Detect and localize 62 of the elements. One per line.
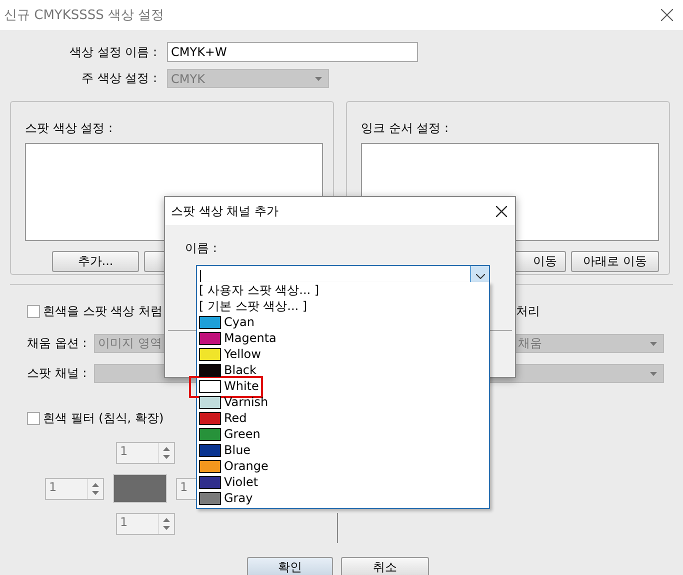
color-name: Red [224, 410, 247, 426]
down-arrow-icon [163, 455, 170, 459]
name-label: 이름 : [185, 240, 217, 257]
list-item[interactable]: Orange [197, 458, 489, 474]
field-label: 스팟 채널 : [27, 365, 88, 382]
ok-button[interactable]: 확인 [247, 557, 333, 575]
up-arrow-icon [92, 482, 99, 486]
text-cursor [200, 270, 201, 283]
preview-block [113, 474, 167, 503]
checkbox-label: 흰색 필터 (침식, 확장) [43, 410, 164, 427]
list-item[interactable]: White [197, 378, 489, 394]
list-item[interactable]: Black [197, 362, 489, 378]
dropdown-arrow-icon [315, 76, 322, 80]
color-name: Violet [224, 474, 258, 490]
color-name: Black [224, 362, 256, 378]
color-name: Magenta [224, 330, 276, 346]
field-label: 색상 설정 이름 : [68, 44, 157, 60]
color-name: Blue [224, 442, 251, 458]
list-item[interactable]: Gray [197, 490, 489, 506]
group-title: 스팟 색상 설정 : [25, 121, 112, 135]
close-icon[interactable] [661, 9, 673, 21]
list-item[interactable]: [ 기본 스팟 색상... ] [197, 298, 489, 314]
list-item[interactable]: [ 사용자 스팟 색상... ] [197, 282, 489, 298]
add-button[interactable]: 추가... [52, 251, 139, 272]
list-item[interactable]: Magenta [197, 330, 489, 346]
up-arrow-icon [163, 518, 170, 522]
color-name: Cyan [224, 314, 254, 330]
list-item[interactable]: Blue [197, 442, 489, 458]
window-title: 신규 CMYKSSSS 색상 설정 [4, 7, 164, 24]
list-item[interactable]: Varnish [197, 394, 489, 410]
number-spinner[interactable]: 1 [116, 513, 175, 535]
cancel-button[interactable]: 취소 [341, 557, 429, 575]
number-spinner[interactable]: 1 [45, 478, 104, 500]
field-label: 채움 옵션 : [27, 335, 88, 352]
list-item[interactable]: Red [197, 410, 489, 426]
checkbox-label: 처리 [516, 303, 540, 320]
checkbox[interactable] [27, 305, 40, 318]
dropdown-arrow-icon [650, 372, 657, 376]
down-arrow-icon [92, 490, 99, 494]
down-arrow-icon [163, 526, 170, 530]
number-spinner[interactable]: 1 [116, 442, 175, 464]
name-input-field[interactable]: CMYK+W [167, 42, 418, 62]
list-item[interactable]: Yellow [197, 346, 489, 362]
list-item[interactable]: Violet [197, 474, 489, 490]
checkbox[interactable] [27, 412, 40, 425]
field-label: 주 색상 설정 : [80, 70, 157, 87]
group-title: 잉크 순서 설정 : [361, 121, 448, 135]
color-name: Gray [224, 490, 253, 506]
list-item[interactable]: Green [197, 426, 489, 442]
dialog-title: 스팟 색상 채널 추가 [171, 202, 278, 220]
move-down-button[interactable]: 아래로 이동 [571, 251, 659, 272]
chevron-down-icon [476, 274, 484, 279]
color-name: Green [224, 426, 260, 442]
up-arrow-icon [163, 447, 170, 451]
color-name: White [224, 378, 259, 394]
color-name: Yellow [224, 346, 261, 362]
dropdown-arrow-icon [650, 342, 657, 346]
close-icon[interactable] [496, 206, 507, 216]
checkbox-label: 흰색을 스팟 색상 처럼 [43, 303, 162, 320]
list-item[interactable]: Cyan [197, 314, 489, 330]
color-name: Orange [224, 458, 268, 474]
color-name: Varnish [224, 394, 268, 410]
